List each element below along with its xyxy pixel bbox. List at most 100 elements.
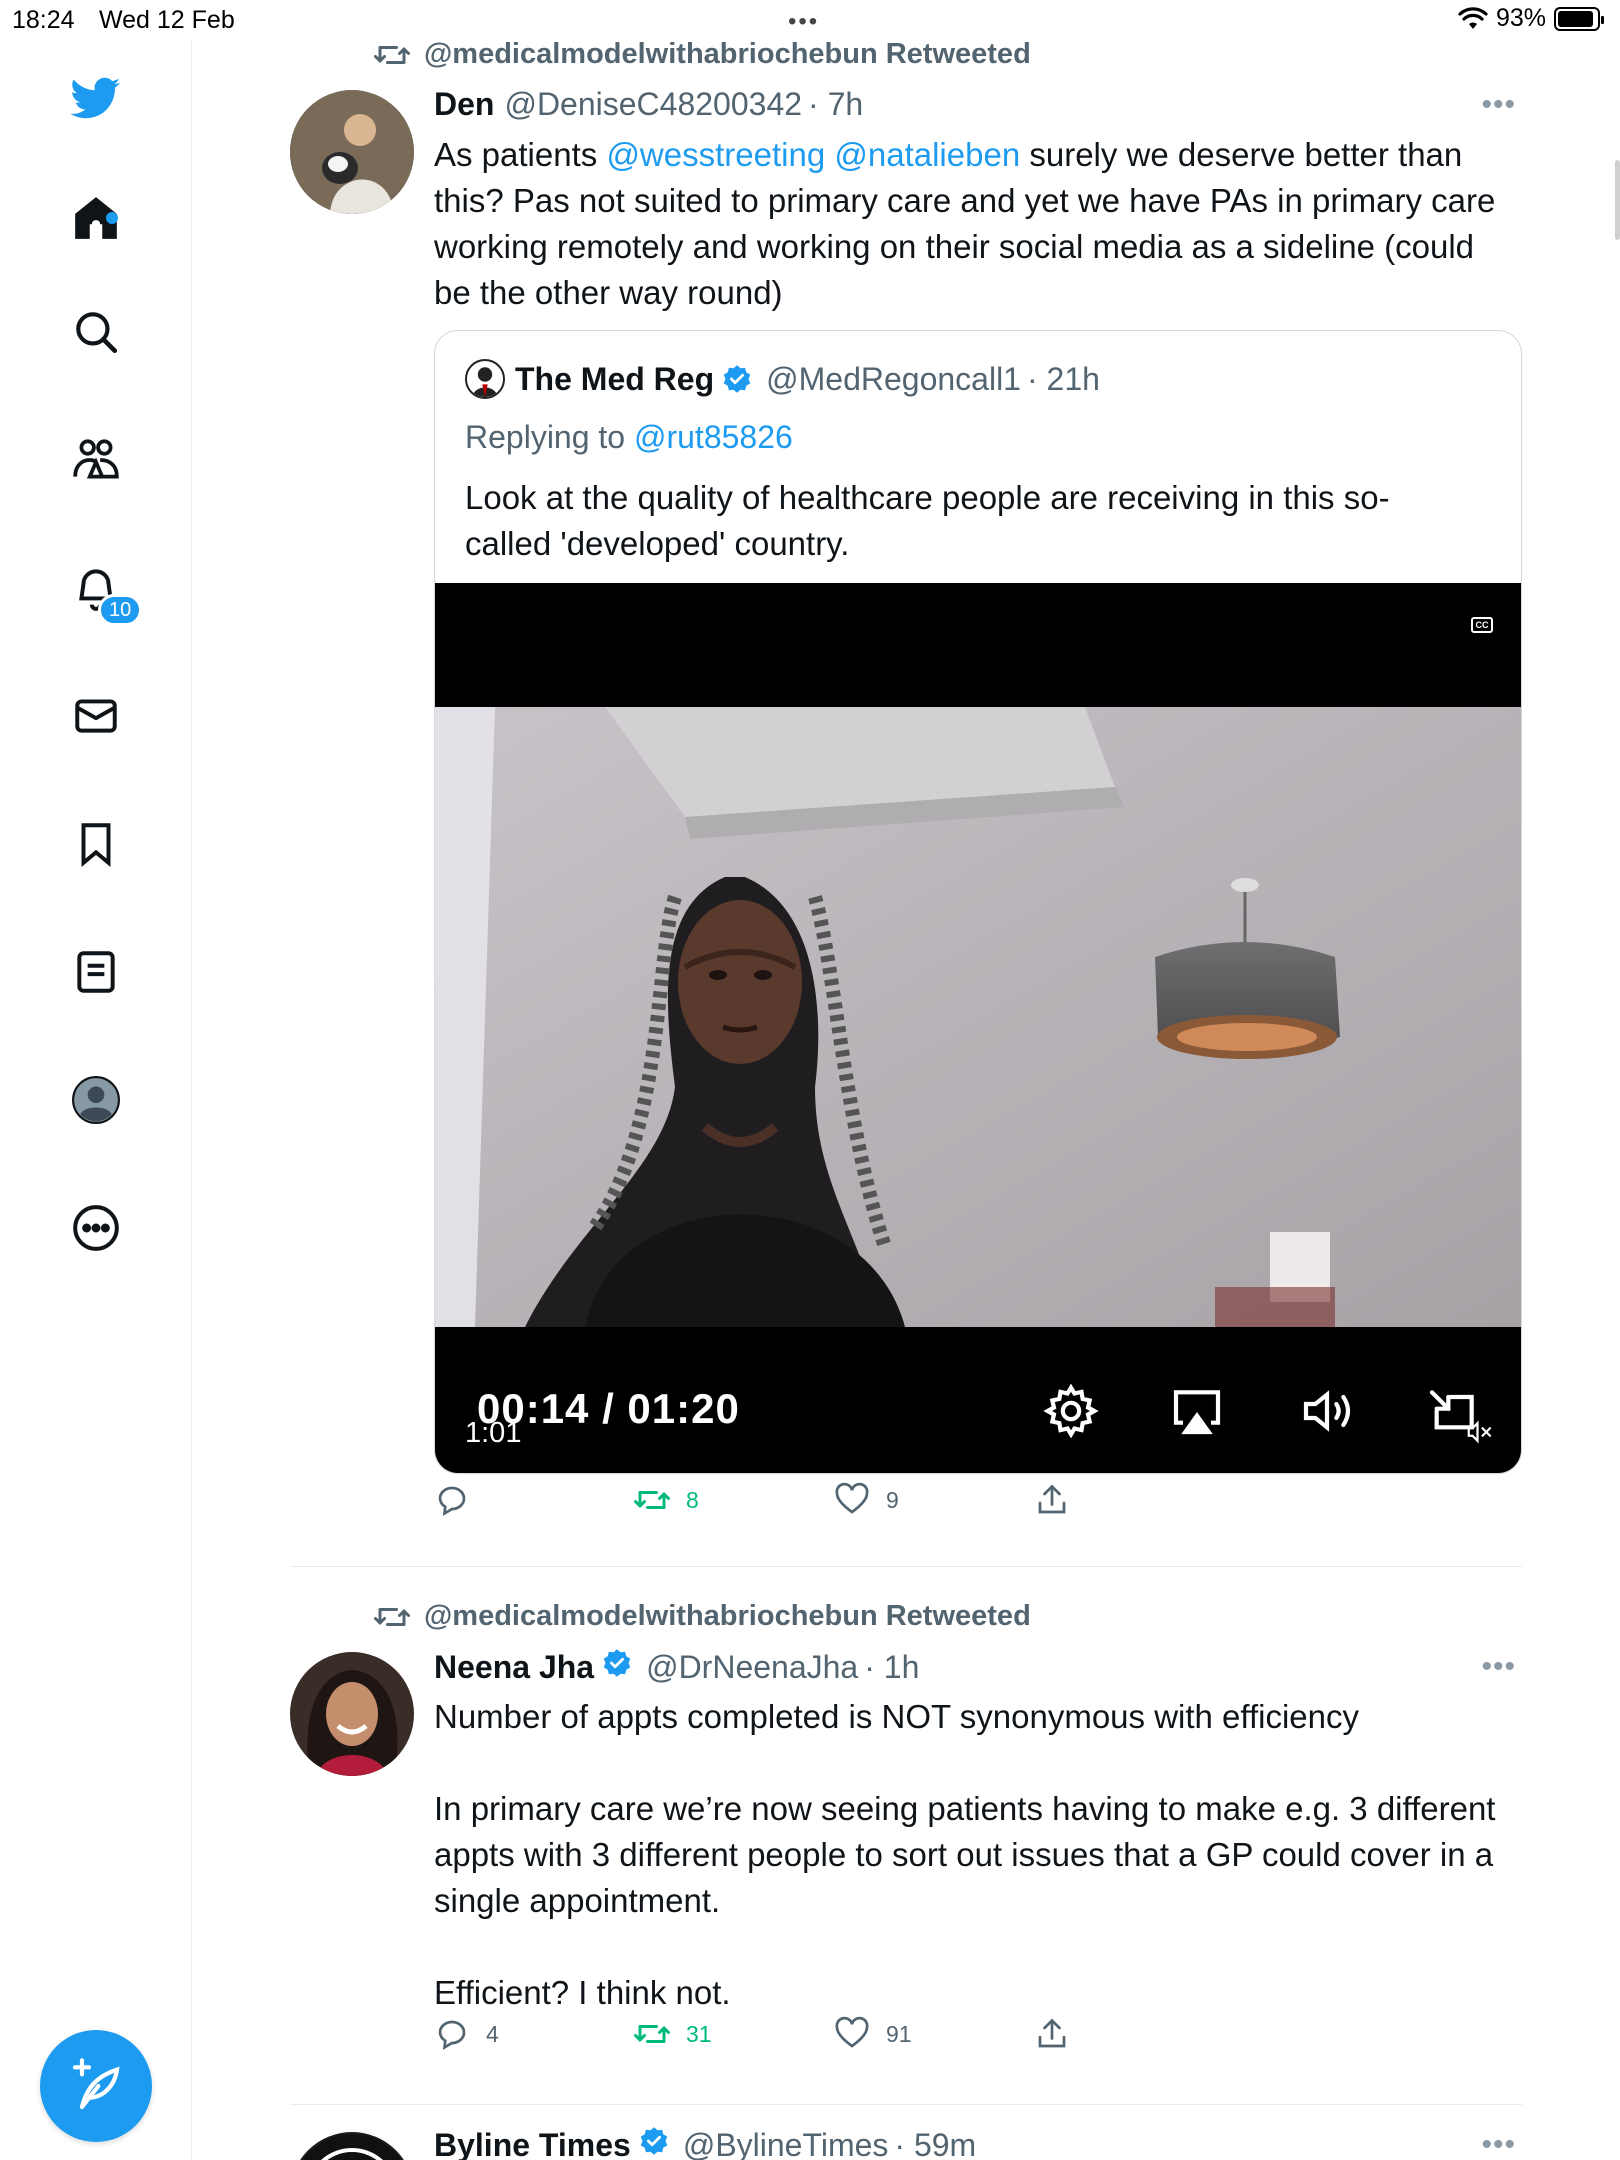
- author-name[interactable]: Byline Times: [434, 2127, 631, 2160]
- messages-icon[interactable]: [66, 686, 126, 746]
- tweet-more-button[interactable]: •••: [1481, 2128, 1516, 2160]
- retweet-button[interactable]: 8: [634, 1482, 699, 1518]
- retweet-context: @medicalmodelwithabriochebun Retweeted: [374, 38, 1031, 71]
- avatar[interactable]: [290, 90, 414, 214]
- battery-fill: [1558, 10, 1594, 27]
- verified-badge-icon: [640, 2127, 668, 2155]
- wifi-icon: [1458, 6, 1488, 29]
- tweet-divider: [290, 1566, 1522, 1567]
- avatar-photo: [290, 90, 414, 214]
- share-icon: [1038, 1484, 1066, 1514]
- twitter-logo-icon[interactable]: [66, 68, 126, 128]
- quoted-avatar[interactable]: [465, 359, 505, 399]
- tweet[interactable]: @medicalmodelwithabriochebun Retweeted N…: [290, 1596, 1522, 2100]
- quoted-author-handle[interactable]: @MedRegoncall1: [766, 361, 1021, 398]
- retweeted-by-label: @medicalmodelwithabriochebun Retweeted: [424, 38, 1031, 70]
- tweet-time[interactable]: · 1h: [864, 1649, 919, 1686]
- share-button[interactable]: [1034, 2016, 1070, 2052]
- author-name[interactable]: Neena Jha: [434, 1649, 594, 1686]
- quoted-tweet[interactable]: The Med Reg @MedRegoncall1 · 21h Replyin…: [434, 330, 1522, 1474]
- tweet-more-button[interactable]: •••: [1481, 88, 1516, 122]
- sidebar-nav: 10: [0, 40, 192, 2160]
- scroll-indicator[interactable]: [1615, 160, 1620, 240]
- reply-button[interactable]: 4: [434, 2016, 499, 2052]
- replying-to: Replying to @rut85826: [465, 419, 793, 456]
- reply-icon: [438, 1486, 466, 1517]
- communities-icon[interactable]: [66, 430, 126, 490]
- tweet[interactable]: @medicalmodelwithabriochebun Retweeted D…: [290, 34, 1522, 1544]
- tweet-header: Neena Jha @DrNeenaJha · 1h: [434, 1648, 919, 1686]
- search-icon[interactable]: [66, 302, 126, 362]
- avatar[interactable]: [290, 2132, 414, 2160]
- airplay-icon[interactable]: [1169, 1383, 1225, 1439]
- retweet-count: 31: [686, 2020, 712, 2047]
- tweet-header: Byline Times @BylineTimes · 59m: [434, 2126, 976, 2160]
- author-name[interactable]: Den: [434, 86, 494, 123]
- notifications-badge: 10: [98, 594, 143, 626]
- reply-count: 4: [486, 2020, 499, 2047]
- retweeted-by-label: @medicalmodelwithabriochebun Retweeted: [424, 1600, 1031, 1632]
- home-unread-dot: [106, 212, 118, 224]
- like-count: 91: [886, 2020, 912, 2047]
- compose-tweet-button[interactable]: [40, 2030, 152, 2142]
- retweet-icon: [634, 2025, 670, 2043]
- battery-icon: [1554, 6, 1604, 31]
- author-handle[interactable]: @DeniseC48200342: [504, 86, 802, 123]
- author-handle[interactable]: @BylineTimes: [683, 2127, 889, 2160]
- med-reg-logo: [472, 367, 498, 397]
- retweet-count: 8: [686, 1486, 699, 1513]
- tweet-more-button[interactable]: •••: [1481, 1650, 1516, 1684]
- verified-badge-icon: [723, 365, 751, 393]
- like-count: 9: [886, 1486, 899, 1513]
- lists-icon[interactable]: [66, 942, 126, 1002]
- tweet-text-para-2: In primary care we’re now seeing patient…: [434, 1790, 1496, 1919]
- quoted-author-name[interactable]: The Med Reg: [515, 361, 714, 398]
- tweet-text-para-3: Efficient? I think not.: [434, 1974, 731, 2011]
- retweet-small-icon: [374, 45, 410, 64]
- retweet-small-icon: [374, 1607, 410, 1626]
- retweet-icon: [634, 1491, 670, 1509]
- author-handle[interactable]: @DrNeenaJha: [646, 1649, 858, 1686]
- tweet[interactable]: Byline Times @BylineTimes · 59m •••: [290, 2116, 1522, 2160]
- closed-captions-icon[interactable]: CC: [1471, 617, 1493, 633]
- tweet-time[interactable]: · 7h: [808, 86, 863, 123]
- mute-icon[interactable]: [1465, 1417, 1495, 1447]
- retweet-context: @medicalmodelwithabriochebun Retweeted: [374, 1600, 1031, 1633]
- mention-link[interactable]: @wesstreeting: [606, 136, 825, 173]
- verified-badge-icon: [603, 1649, 631, 1677]
- profile-icon[interactable]: [66, 1070, 126, 1130]
- video-frame-image: [435, 707, 1521, 1327]
- tweet-text-prefix: As patients: [434, 136, 607, 173]
- volume-icon[interactable]: [1299, 1383, 1355, 1439]
- bookmarks-icon[interactable]: [66, 814, 126, 874]
- compose-feather-icon: [72, 2058, 120, 2110]
- share-button[interactable]: [1034, 1482, 1070, 1518]
- like-button[interactable]: 91: [834, 2016, 912, 2052]
- heart-icon: [835, 2016, 869, 2048]
- tweet-text-para-1: Number of appts completed is NOT synonym…: [434, 1698, 1360, 1735]
- more-icon[interactable]: [66, 1198, 126, 1258]
- tweet-header: Den @DeniseC48200342 · 7h: [434, 86, 863, 123]
- byline-times-logo: [302, 2134, 402, 2160]
- mention-link[interactable]: @natalieben: [834, 136, 1020, 173]
- video-frame: [435, 707, 1521, 1327]
- reply-icon: [438, 2020, 466, 2051]
- avatar-photo: [290, 1652, 414, 1776]
- settings-gear-icon[interactable]: [1043, 1383, 1099, 1439]
- tweet-text: As patients @wesstreeting @natalieben su…: [434, 132, 1514, 316]
- replying-to-label: Replying to: [465, 419, 634, 455]
- status-time: 18:24: [12, 6, 75, 34]
- avatar[interactable]: [290, 1652, 414, 1776]
- replying-to-link[interactable]: @rut85826: [634, 419, 793, 455]
- retweet-button[interactable]: 31: [634, 2016, 712, 2052]
- battery-percent: 93%: [1495, 4, 1546, 32]
- video-player[interactable]: CC 00:14 / 01:20 1:01: [435, 583, 1521, 1473]
- quoted-tweet-header: The Med Reg @MedRegoncall1 · 21h: [465, 359, 1100, 399]
- tweet-divider: [290, 2104, 1522, 2105]
- tweet-time[interactable]: · 59m: [894, 2127, 976, 2160]
- multitasking-dots[interactable]: •••: [788, 8, 819, 36]
- reply-button[interactable]: [434, 1482, 486, 1518]
- quoted-tweet-text: Look at the quality of healthcare people…: [465, 479, 1390, 562]
- like-button[interactable]: 9: [834, 1482, 899, 1518]
- quoted-tweet-time[interactable]: · 21h: [1027, 361, 1100, 398]
